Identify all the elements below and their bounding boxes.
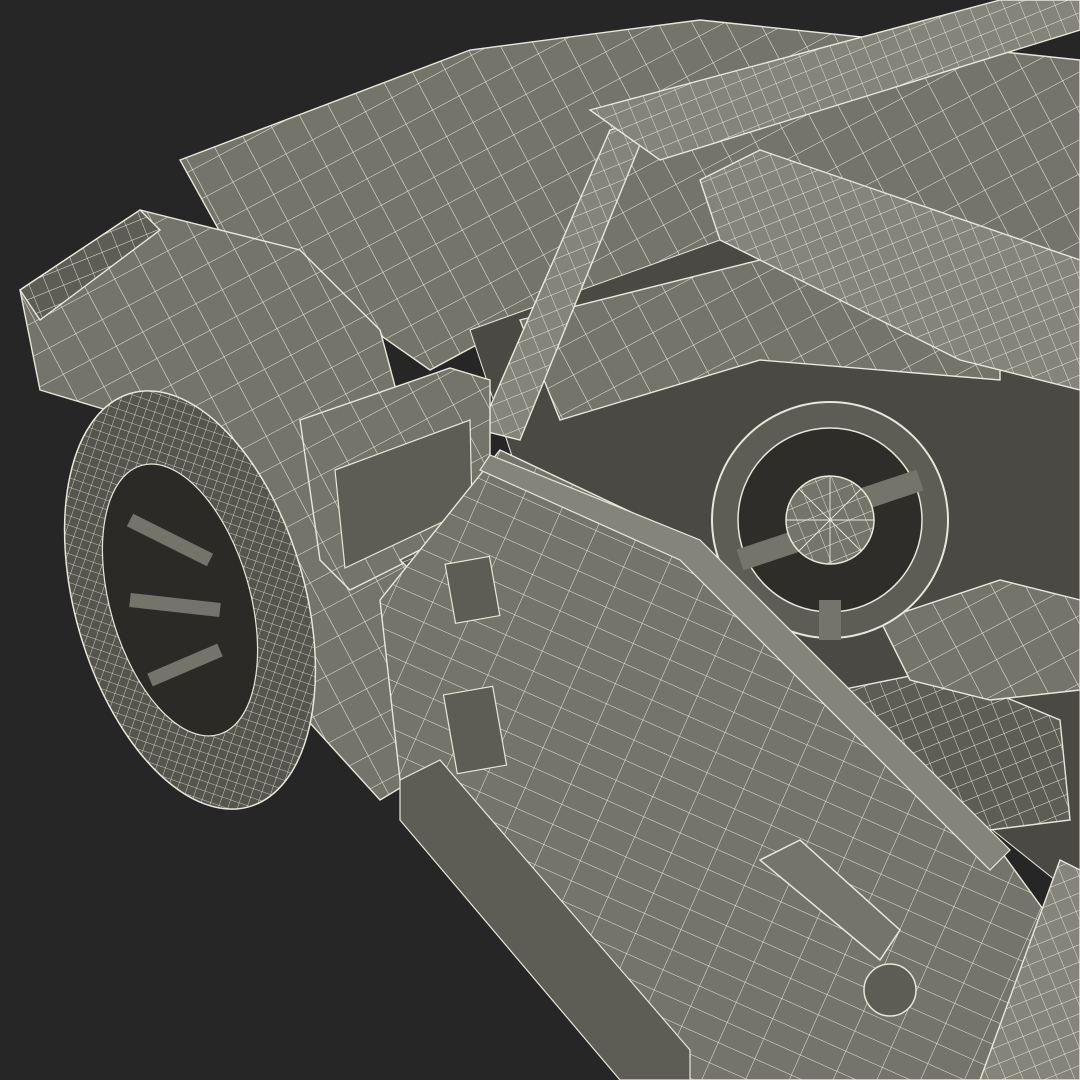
door-hinge xyxy=(444,555,501,625)
door-lock xyxy=(863,963,917,1017)
wireframe-render-canvas xyxy=(0,0,1080,1080)
